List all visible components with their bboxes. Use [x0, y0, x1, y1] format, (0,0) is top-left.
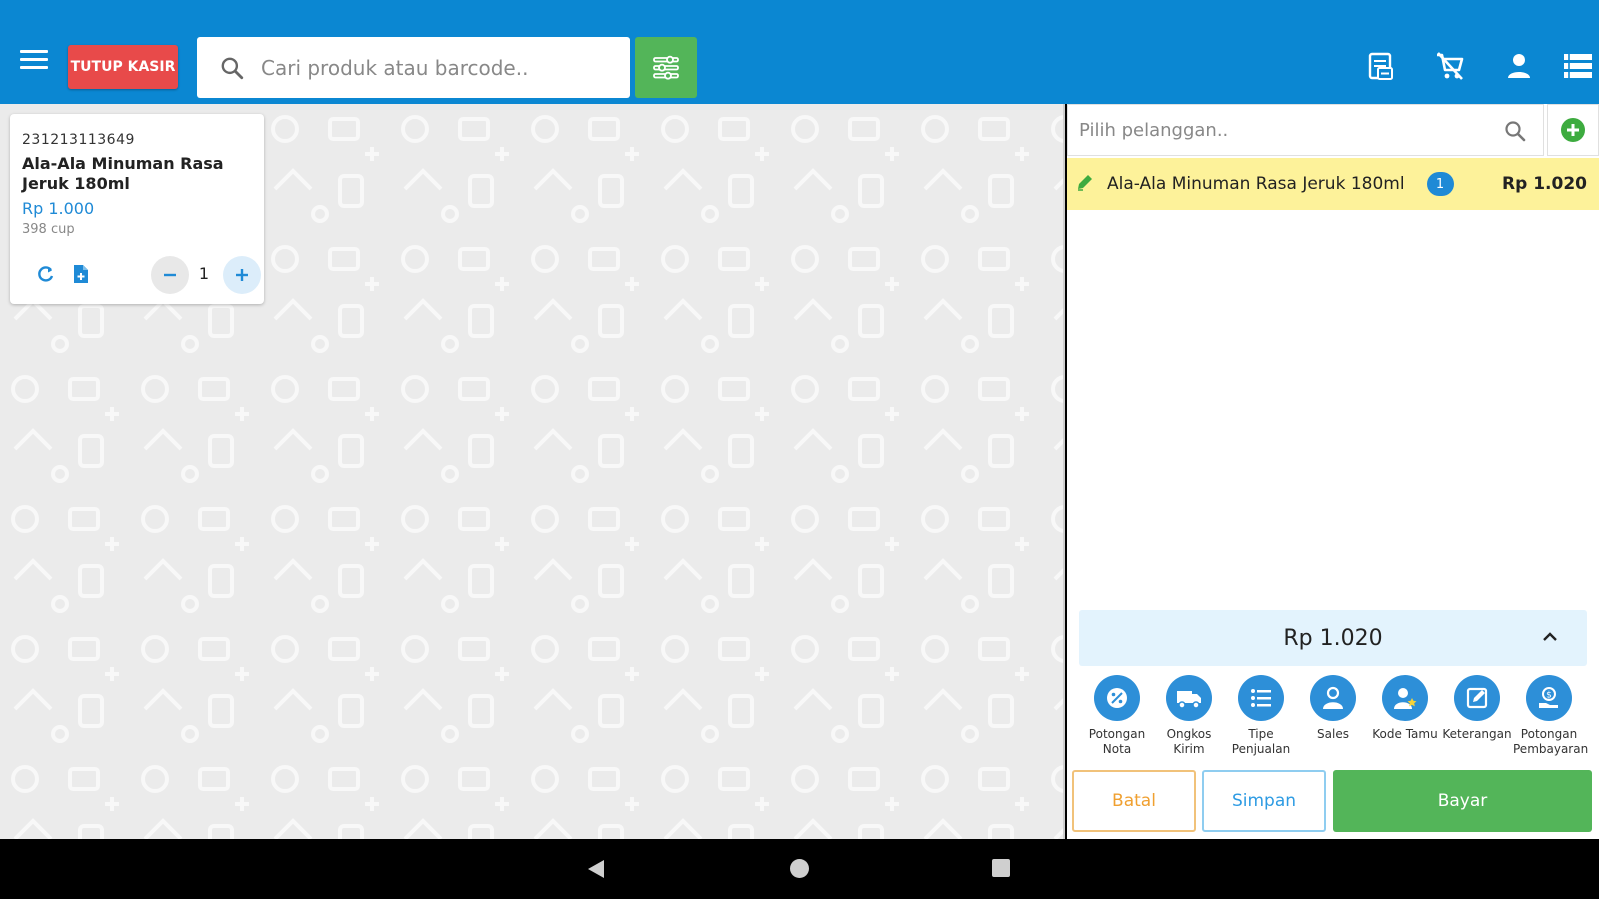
save-button[interactable]: Simpan [1202, 770, 1326, 832]
sliders-icon [653, 55, 679, 80]
cart-item-name: Ala-Ala Minuman Rasa Jeruk 180ml [1107, 174, 1405, 194]
action-label: Keterangan [1442, 727, 1512, 741]
customer-search-input[interactable] [1079, 119, 1489, 141]
recent-apps-square-icon[interactable] [992, 859, 1010, 877]
top-bar: TUTUP KASIR [0, 0, 1599, 104]
action-kode-tamu[interactable]: Kode Tamu [1369, 675, 1441, 742]
action-label: Tipe Penjualan [1231, 727, 1291, 756]
refresh-icon[interactable] [36, 264, 56, 288]
action-sales[interactable]: Sales [1297, 675, 1369, 742]
pencil-edit-icon[interactable] [1075, 172, 1095, 196]
product-search-input[interactable] [261, 55, 621, 80]
add-customer-button[interactable] [1547, 104, 1599, 156]
action-label: Potongan Pembayaran [1513, 727, 1589, 756]
hamburger-menu-icon[interactable] [20, 50, 48, 70]
cancel-button[interactable]: Batal [1072, 770, 1196, 832]
home-circle-icon[interactable] [790, 859, 809, 878]
chevron-up-icon[interactable] [1541, 628, 1559, 646]
payment-hand-icon: $ [1526, 675, 1572, 721]
add-note-file-icon[interactable] [72, 264, 90, 288]
total-summary-bar[interactable]: Rp 1.020 [1079, 610, 1587, 666]
action-potongan-nota[interactable]: Potongan Nota [1081, 675, 1153, 757]
system-navigation-bar [0, 839, 1599, 899]
back-triangle-icon[interactable] [586, 858, 606, 880]
discount-icon [1094, 675, 1140, 721]
list-icon [1238, 675, 1284, 721]
product-search-box[interactable] [197, 37, 630, 98]
action-ongkos-kirim[interactable]: Ongkos Kirim [1153, 675, 1225, 757]
action-label: Sales [1317, 727, 1349, 741]
total-amount: Rp 1.020 [1283, 625, 1383, 651]
filter-button[interactable] [635, 37, 697, 98]
cart-panel: Ala-Ala Minuman Rasa Jeruk 180ml 1 Rp 1.… [1067, 104, 1599, 839]
pay-button[interactable]: Bayar [1333, 770, 1592, 832]
close-cashier-button[interactable]: TUTUP KASIR [68, 45, 178, 89]
action-tipe-penjualan[interactable]: Tipe Penjualan [1225, 675, 1297, 757]
action-potongan-pembayaran[interactable]: $ Potongan Pembayaran [1513, 675, 1589, 757]
plus-icon [236, 269, 248, 281]
user-account-icon[interactable] [1503, 50, 1535, 82]
product-card-actions: 1 [22, 256, 261, 294]
cart-item-qty-badge: 1 [1426, 172, 1454, 196]
customer-search-box[interactable] [1067, 104, 1544, 156]
plus-circle-icon [1561, 118, 1585, 142]
list-view-icon[interactable] [1562, 50, 1594, 82]
clear-cart-icon[interactable] [1434, 50, 1466, 82]
product-stock: 398 cup [22, 222, 75, 237]
note-edit-icon [1454, 675, 1500, 721]
product-name: Ala-Ala Minuman Rasa Jeruk 180ml [22, 154, 224, 193]
action-label: Ongkos Kirim [1166, 727, 1212, 756]
svg-text:$: $ [1546, 691, 1552, 701]
truck-icon [1166, 675, 1212, 721]
product-grid-panel: 231213113649 Ala-Ala Minuman Rasa Jeruk … [0, 104, 1065, 839]
action-label: Potongan Nota [1088, 727, 1146, 756]
receipt-list-icon[interactable] [1365, 50, 1397, 82]
action-label: Kode Tamu [1372, 727, 1438, 741]
minus-icon [164, 273, 176, 277]
search-icon[interactable] [1503, 119, 1527, 143]
search-icon [221, 57, 244, 79]
quantity-decrease-button[interactable] [151, 256, 189, 294]
cart-actions-row: Potongan Nota Ongkos Kirim Tipe Penjuala… [1067, 675, 1599, 765]
quantity-increase-button[interactable] [223, 256, 261, 294]
cart-item-row[interactable]: Ala-Ala Minuman Rasa Jeruk 180ml 1 Rp 1.… [1067, 158, 1599, 210]
guest-icon [1382, 675, 1428, 721]
quantity-value[interactable]: 1 [194, 264, 214, 283]
action-keterangan[interactable]: Keterangan [1441, 675, 1513, 742]
product-card[interactable]: 231213113649 Ala-Ala Minuman Rasa Jeruk … [10, 114, 264, 304]
product-price: Rp 1.000 [22, 199, 95, 218]
cart-item-price: Rp 1.020 [1502, 174, 1587, 194]
product-code: 231213113649 [22, 132, 135, 148]
person-icon [1310, 675, 1356, 721]
